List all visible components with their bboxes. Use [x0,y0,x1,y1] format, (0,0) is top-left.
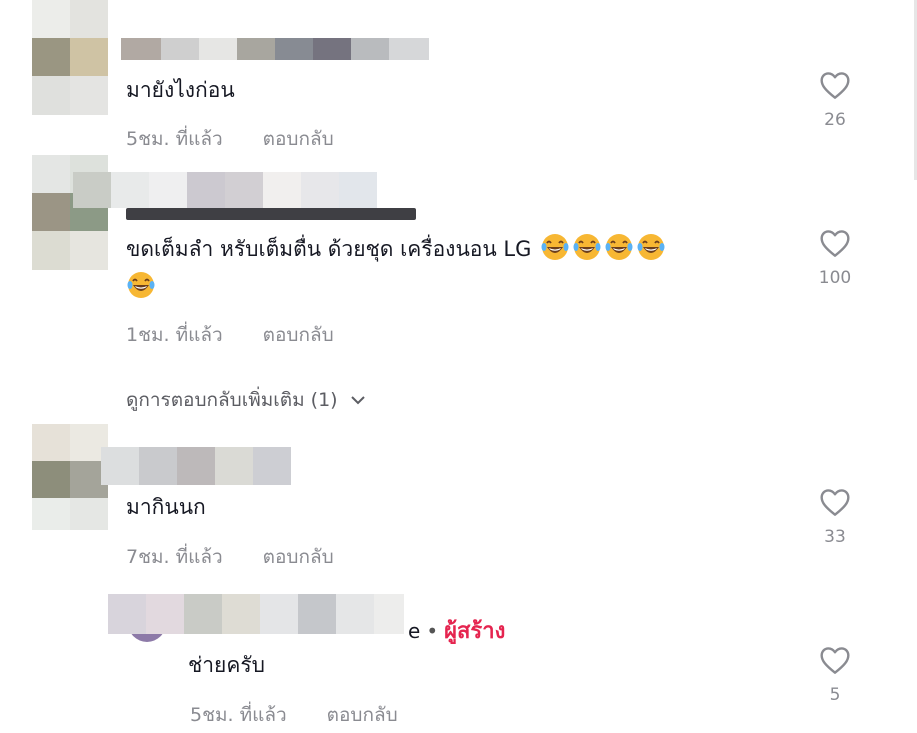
comment-meta: 5ชม. ที่แล้ว ตอบกลับ [126,124,334,154]
like-count: 26 [824,110,846,130]
like-count: 5 [829,685,841,705]
username-blurred[interactable] [108,594,404,634]
like-button[interactable]: 100 [818,228,852,288]
reply-time: 5ชม. ที่แล้ว [190,704,287,726]
comment-text-body: ขดเต็มลำ หรับเต็มตื่น ด้วยชุด เครื่องนอน… [126,237,532,261]
chevron-down-icon [350,396,365,405]
comment-meta: 7ชม. ที่แล้ว ตอบกลับ [126,542,334,572]
heart-outline-icon [820,72,850,99]
reply-meta: 5ชม. ที่แล้ว ตอบกลับ [190,700,398,730]
comment-time: 1ชม. ที่แล้ว [126,324,223,346]
laughing-tears-emoji [637,234,665,260]
username-blurred[interactable] [73,172,377,208]
reply-button[interactable]: ตอบกลับ [327,704,398,726]
avatar[interactable] [32,424,108,530]
reply-button[interactable]: ตอบกลับ [263,546,334,568]
comment-text: ขดเต็มลำ หรับเต็มตื่น ด้วยชุด เครื่องนอน… [126,230,806,306]
comment-text: มากินนก [126,495,206,519]
reply-button[interactable]: ตอบกลับ [263,128,334,150]
username-blurred[interactable] [101,447,291,485]
avatar[interactable] [32,0,108,115]
reply-author-line: e • ผู้สร้าง [408,613,505,648]
username-blurred[interactable] [121,38,429,60]
heart-outline-icon [820,230,850,257]
username-underline [126,208,416,220]
laughing-tears-emoji [127,272,155,298]
reply-button[interactable]: ตอบกลับ [263,324,334,346]
view-more-replies-label: ดูการตอบกลับเพิ่มเติม (1) [126,389,338,411]
reply-text: ช่ายครับ [188,653,266,677]
creator-badge: ผู้สร้าง [444,619,506,644]
comment-time: 7ชม. ที่แล้ว [126,546,223,568]
heart-outline-icon [820,489,850,516]
like-button[interactable]: 5 [818,645,852,705]
comment-time: 5ชม. ที่แล้ว [126,128,223,150]
author-name-suffix: e [408,619,421,643]
laughing-tears-emoji [541,234,569,260]
like-count: 33 [824,527,846,547]
like-button[interactable]: 26 [818,70,852,130]
heart-outline-icon [820,647,850,674]
like-count: 100 [818,268,852,288]
like-button[interactable]: 33 [818,487,852,547]
laughing-tears-emoji [605,234,633,260]
comment-meta: 1ชม. ที่แล้ว ตอบกลับ [126,320,334,350]
separator-dot: • [426,619,439,643]
comment-text: มายังไงก่อน [126,78,235,102]
laughing-tears-emoji [573,234,601,260]
view-more-replies-button[interactable]: ดูการตอบกลับเพิ่มเติม (1) [126,385,366,415]
